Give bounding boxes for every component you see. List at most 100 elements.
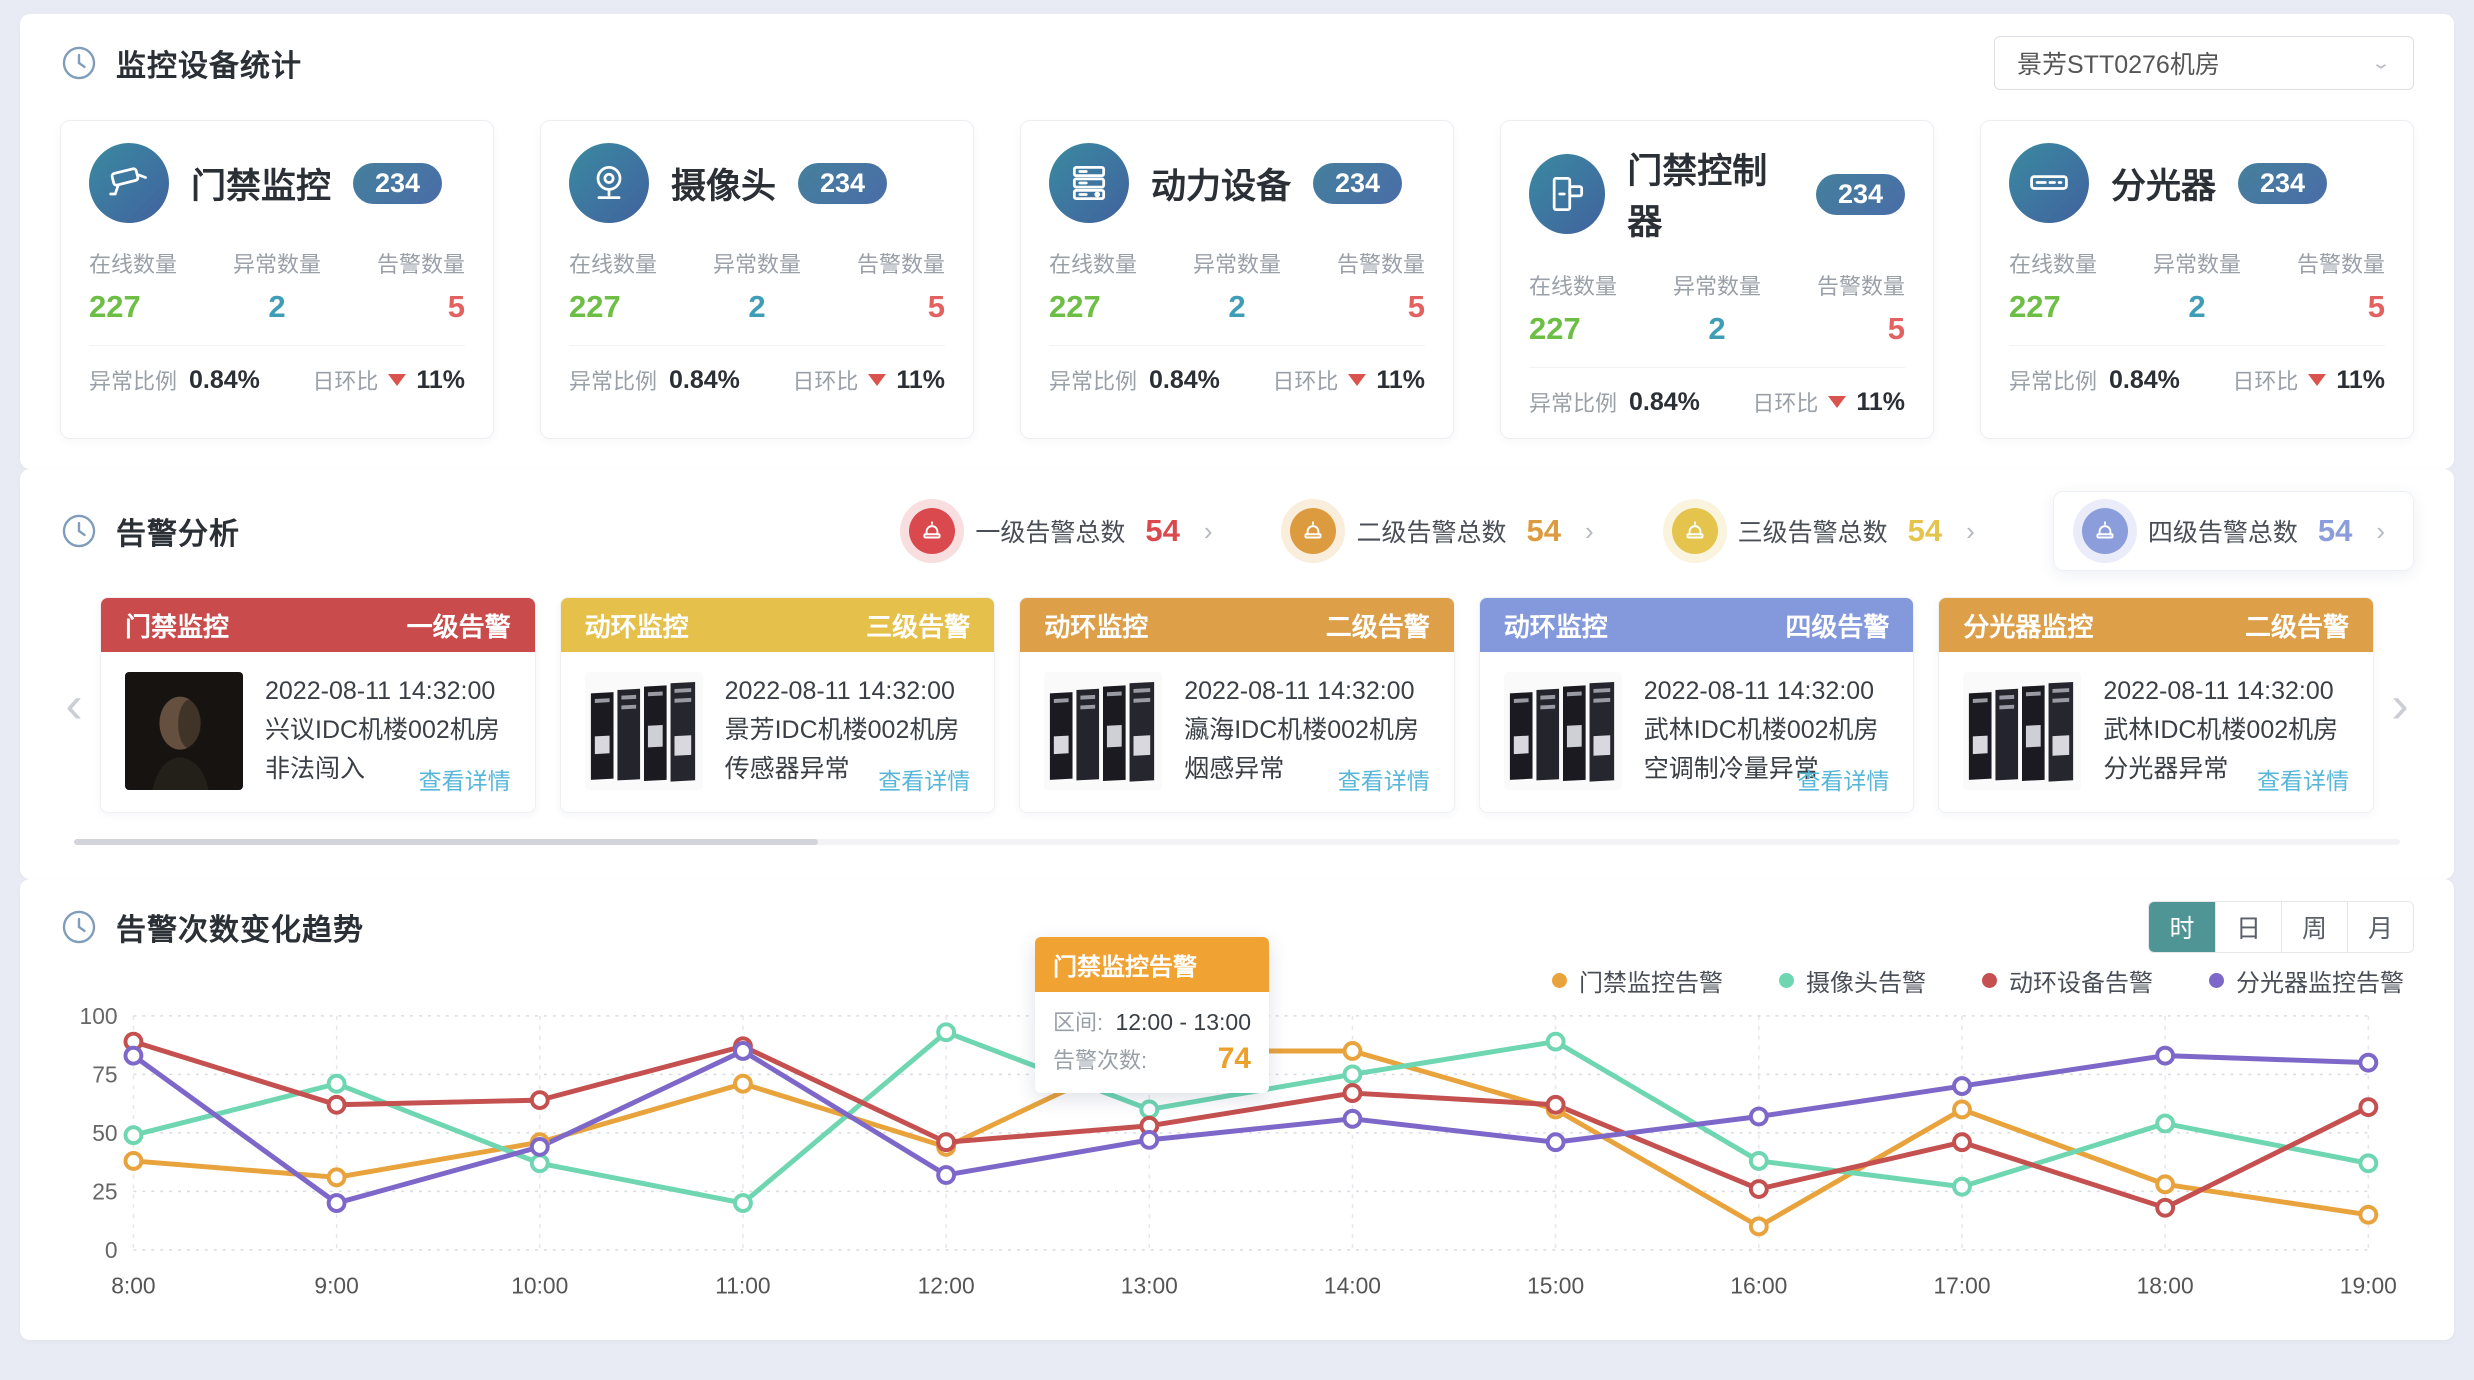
alarm-level-count: 54 bbox=[2318, 513, 2352, 549]
legend-item[interactable]: 摄像头告警 bbox=[1779, 963, 1926, 998]
tab-月[interactable]: 月 bbox=[2347, 902, 2413, 952]
view-details-link[interactable]: 查看详情 bbox=[1797, 762, 1889, 796]
view-details-link[interactable]: 查看详情 bbox=[878, 762, 970, 796]
alarm-level-stat[interactable]: 一级告警总数 54 › bbox=[909, 508, 1212, 554]
legend-item[interactable]: 分光器监控告警 bbox=[2209, 963, 2404, 998]
alarm-card-category: 门禁监控 bbox=[125, 607, 229, 644]
down-arrow-icon bbox=[388, 374, 406, 386]
dod-value: 11% bbox=[896, 366, 945, 395]
online-value: 227 bbox=[1049, 289, 1137, 325]
view-details-link[interactable]: 查看详情 bbox=[419, 762, 511, 796]
chevron-right-icon: › bbox=[1585, 516, 1594, 547]
view-details-link[interactable]: 查看详情 bbox=[1338, 762, 1430, 796]
alarm-level-stat[interactable]: 四级告警总数 54 › bbox=[2053, 491, 2414, 571]
device-name: 门禁控制器 bbox=[1627, 143, 1794, 245]
alarm-label: 告警数量 bbox=[1817, 269, 1905, 301]
alarm-card[interactable]: 门禁监控 一级告警 2022-08-11 14:32:00 兴议IDC机楼002… bbox=[100, 597, 536, 813]
online-metric: 在线数量227 bbox=[89, 247, 177, 325]
data-point bbox=[1141, 1132, 1157, 1148]
chart-tooltip: 门禁监控告警 区间:12:00 - 13:00 告警次数:74 bbox=[1035, 937, 1269, 1093]
view-details-link[interactable]: 查看详情 bbox=[2257, 762, 2349, 796]
tab-周[interactable]: 周 bbox=[2281, 902, 2347, 952]
device-name: 分光器 bbox=[2111, 158, 2216, 209]
x-axis-tick: 9:00 bbox=[314, 1272, 358, 1298]
alarm-card[interactable]: 分光器监控 二级告警 2022-08-11 14:32:00 武林IDC机楼00… bbox=[1938, 597, 2374, 813]
tab-时[interactable]: 时 bbox=[2149, 902, 2215, 952]
alarm-card[interactable]: 动环监控 二级告警 2022-08-11 14:32:00 瀛海IDC机楼002… bbox=[1019, 597, 1455, 813]
alarm-metric: 告警数量5 bbox=[1337, 247, 1425, 325]
alarm-analysis-title: 告警分析 bbox=[116, 509, 240, 553]
ratio-value: 0.84% bbox=[669, 366, 740, 395]
siren-icon bbox=[2082, 508, 2128, 554]
data-point bbox=[1954, 1102, 1970, 1118]
abnormal-value: 2 bbox=[1193, 289, 1281, 325]
abnormal-value: 2 bbox=[2153, 289, 2241, 325]
ratio-label: 异常比例 bbox=[89, 364, 177, 396]
data-point bbox=[938, 1167, 954, 1183]
legend-dot-icon bbox=[1779, 973, 1794, 988]
device-card[interactable]: 门禁控制器 234 在线数量227 异常数量2 告警数量5 异常比例0.84% … bbox=[1500, 120, 1934, 439]
device-card[interactable]: 门禁监控 234 在线数量227 异常数量2 告警数量5 异常比例0.84% 日… bbox=[60, 120, 494, 439]
data-point bbox=[532, 1155, 548, 1171]
carousel-scrollbar bbox=[74, 839, 2400, 845]
alarm-level-label: 三级告警总数 bbox=[1738, 513, 1888, 549]
tooltip-count-label: 告警次数: bbox=[1053, 1043, 1147, 1079]
tooltip-count-value: 74 bbox=[1218, 1041, 1251, 1077]
alarm-card[interactable]: 动环监控 四级告警 2022-08-11 14:32:00 武林IDC机楼002… bbox=[1479, 597, 1915, 813]
x-axis-tick: 19:00 bbox=[2340, 1272, 2397, 1298]
alarm-level-stat[interactable]: 三级告警总数 54 › bbox=[1672, 508, 1975, 554]
data-point bbox=[2360, 1099, 2376, 1115]
clock-icon bbox=[60, 44, 98, 82]
device-card[interactable]: 分光器 234 在线数量227 异常数量2 告警数量5 异常比例0.84% 日环… bbox=[1980, 120, 2414, 439]
data-point bbox=[735, 1043, 751, 1059]
alarm-value: 5 bbox=[377, 289, 465, 325]
dod-label: 日环比 bbox=[312, 364, 378, 396]
alarm-trend-panel: 告警次数变化趋势 时日周月 门禁监控告警摄像头告警动环设备告警分光器监控告警 0… bbox=[20, 879, 2454, 1340]
online-metric: 在线数量227 bbox=[2009, 247, 2097, 325]
device-card[interactable]: 摄像头 234 在线数量227 异常数量2 告警数量5 异常比例0.84% 日环… bbox=[540, 120, 974, 439]
alarm-time: 2022-08-11 14:32:00 bbox=[1644, 672, 1879, 711]
legend-dot-icon bbox=[1982, 973, 1997, 988]
carousel-left-arrow[interactable]: ‹ bbox=[60, 679, 88, 731]
carousel-right-arrow[interactable]: › bbox=[2386, 679, 2414, 731]
alarm-value: 5 bbox=[1337, 289, 1425, 325]
device-stats-title: 监控设备统计 bbox=[116, 41, 302, 85]
alarm-card-category: 动环监控 bbox=[1044, 607, 1148, 644]
ratio-label: 异常比例 bbox=[2009, 364, 2097, 396]
online-label: 在线数量 bbox=[1529, 269, 1617, 301]
data-point bbox=[1751, 1153, 1767, 1169]
alarm-value: 5 bbox=[2297, 289, 2385, 325]
data-point bbox=[1751, 1219, 1767, 1235]
x-axis-tick: 14:00 bbox=[1324, 1272, 1381, 1298]
data-point bbox=[532, 1139, 548, 1155]
alarm-metric: 告警数量5 bbox=[377, 247, 465, 325]
dod-label: 日环比 bbox=[1272, 364, 1338, 396]
alarm-snapshot-image bbox=[125, 672, 243, 790]
reader-icon bbox=[1529, 154, 1605, 234]
alarm-level-label: 二级告警总数 bbox=[1356, 513, 1506, 549]
legend-item[interactable]: 门禁监控告警 bbox=[1552, 963, 1723, 998]
alarm-metric: 告警数量5 bbox=[857, 247, 945, 325]
down-arrow-icon bbox=[2308, 374, 2326, 386]
y-axis-tick: 75 bbox=[92, 1061, 117, 1087]
dod-label: 日环比 bbox=[1752, 386, 1818, 418]
x-axis-tick: 11:00 bbox=[715, 1272, 770, 1298]
tab-日[interactable]: 日 bbox=[2215, 902, 2281, 952]
tooltip-range-value: 12:00 - 13:00 bbox=[1115, 1004, 1251, 1040]
alarm-card-header: 门禁监控 一级告警 bbox=[101, 598, 535, 652]
alarm-card-level: 四级告警 bbox=[1785, 607, 1889, 644]
alarm-level-stat[interactable]: 二级告警总数 54 › bbox=[1290, 508, 1593, 554]
alarm-card-level: 一级告警 bbox=[407, 607, 511, 644]
carousel-scrollbar-thumb[interactable] bbox=[74, 839, 818, 845]
data-point bbox=[1751, 1181, 1767, 1197]
legend-item[interactable]: 动环设备告警 bbox=[1982, 963, 2153, 998]
data-point bbox=[125, 1153, 141, 1169]
x-axis-tick: 18:00 bbox=[2137, 1272, 2194, 1298]
room-select[interactable]: 景芳STT0276机房 ⌄ bbox=[1994, 36, 2414, 90]
alarm-card[interactable]: 动环监控 三级告警 2022-08-11 14:32:00 景芳IDC机楼002… bbox=[560, 597, 996, 813]
data-point bbox=[1954, 1134, 1970, 1150]
device-card[interactable]: 动力设备 234 在线数量227 异常数量2 告警数量5 异常比例0.84% 日… bbox=[1020, 120, 1454, 439]
data-point bbox=[125, 1127, 141, 1143]
alarm-card-category: 动环监控 bbox=[1504, 607, 1608, 644]
dod-label: 日环比 bbox=[792, 364, 858, 396]
